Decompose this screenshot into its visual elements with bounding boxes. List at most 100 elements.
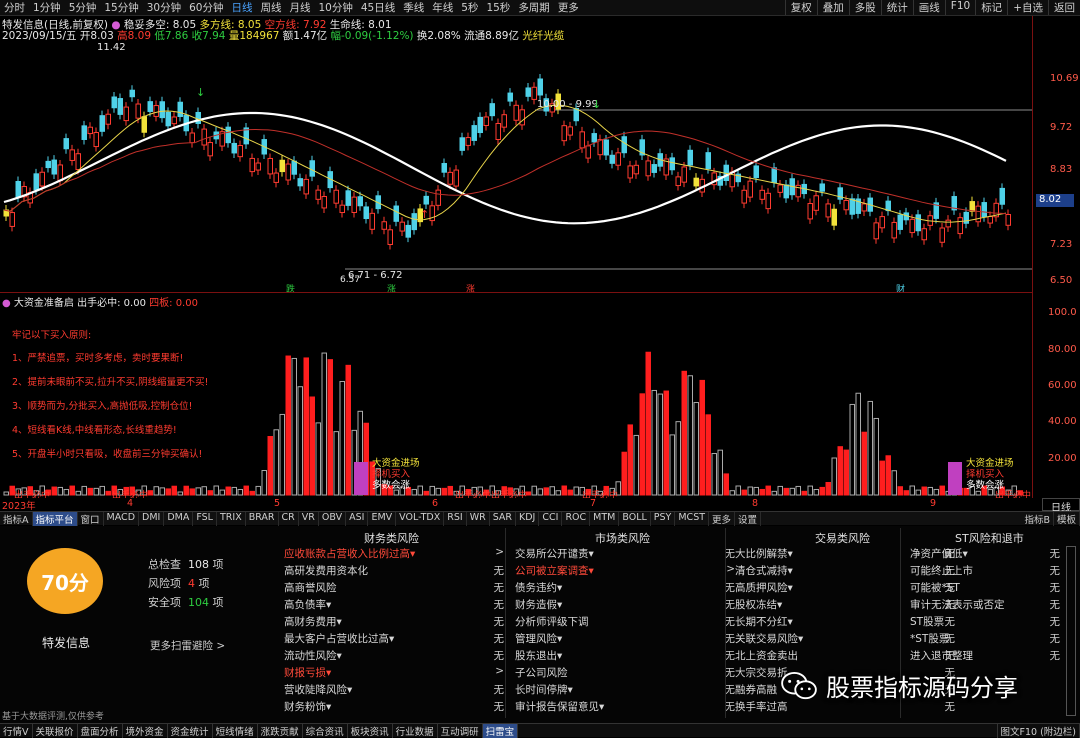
bottom-tab[interactable]: 境外资金	[123, 724, 168, 738]
timeframe-tab[interactable]: 15秒	[482, 0, 514, 15]
timeframe-tab[interactable]: 日线	[228, 0, 257, 15]
risk-row[interactable]: 分析师评级下调无	[515, 614, 735, 631]
candlestick-chart[interactable]	[0, 40, 1032, 292]
toolbar-button[interactable]: F10	[945, 0, 975, 15]
timeframe-tab[interactable]: 多周期	[514, 0, 554, 15]
toolbar-button[interactable]: 标记	[975, 0, 1007, 15]
indicator-tab[interactable]: VOL-TDX	[396, 512, 444, 526]
toolbar-button[interactable]: 复权	[785, 0, 817, 15]
risk-row[interactable]: 最大客户占营收比过高▾无	[284, 631, 504, 648]
indicator-tab[interactable]: OBV	[319, 512, 346, 526]
timeframe-tab[interactable]: 5分钟	[65, 0, 101, 15]
f10-sidebar-button[interactable]: 图文F10 (附边栏)	[997, 724, 1080, 738]
risk-row[interactable]: 净资产偏低▾无	[910, 546, 1060, 563]
timeframe-tab[interactable]: 分时	[0, 0, 29, 15]
risk-row[interactable]: 财务粉饰▾无	[284, 699, 504, 716]
indicator-tab[interactable]: WR	[467, 512, 490, 526]
bottom-tab[interactable]: 行情V	[0, 724, 33, 738]
indicator-tab[interactable]: 更多	[709, 512, 735, 526]
toolbar-button[interactable]: 多股	[849, 0, 881, 15]
indicator-tab[interactable]: KDJ	[516, 512, 539, 526]
indicator-tab[interactable]: BOLL	[619, 512, 650, 526]
indicator-tab[interactable]: DMA	[164, 512, 193, 526]
indicator-tab[interactable]: CCI	[539, 512, 562, 526]
indicator-tab[interactable]: MTM	[590, 512, 619, 526]
bottom-tab[interactable]: 短线情绪	[213, 724, 258, 738]
timeframe-tab[interactable]: 45日线	[357, 0, 399, 15]
timeframe-tab[interactable]: 10分钟	[315, 0, 357, 15]
risk-row[interactable]: 可能终止上市无	[910, 563, 1060, 580]
indicator-tab[interactable]: 指标A	[0, 512, 33, 526]
risk-row[interactable]: 高商誉风险无	[284, 580, 504, 597]
risk-row[interactable]: 管理风险▾无	[515, 631, 735, 648]
risk-row[interactable]: 应收账款占营收入比例过高▾>	[284, 546, 504, 563]
risk-row[interactable]: 财务造假▾无	[515, 597, 735, 614]
timeframe-tab[interactable]: 月线	[286, 0, 315, 15]
toolbar-button[interactable]: 叠加	[817, 0, 849, 15]
indicator-tab[interactable]: SAR	[490, 512, 516, 526]
risk-scrollbar[interactable]	[1066, 546, 1076, 716]
risk-row[interactable]: 高财务费用▾无	[284, 614, 504, 631]
indicator-tab[interactable]: BRAR	[246, 512, 279, 526]
indicator-tab[interactable]: 窗口	[78, 512, 104, 526]
risk-row[interactable]: 高研发费用资本化无	[284, 563, 504, 580]
indicator-tab[interactable]: 设置	[735, 512, 761, 526]
risk-row[interactable]: 审计无法表示或否定无	[910, 597, 1060, 614]
bottom-tab[interactable]: 行业数据	[393, 724, 438, 738]
toolbar-button[interactable]: 返回	[1048, 0, 1080, 15]
risk-row[interactable]: 交易所公开谴责▾无	[515, 546, 735, 563]
timeframe-tab[interactable]: 30分钟	[143, 0, 185, 15]
risk-row[interactable]: 公司被立案调查▾>	[515, 563, 735, 580]
indicator-tab[interactable]: VR	[299, 512, 319, 526]
risk-row[interactable]: 审计报告保留意见▾无	[515, 699, 735, 716]
indicator-tab[interactable]: MACD	[104, 512, 139, 526]
indicator-tab[interactable]: ROC	[562, 512, 590, 526]
risk-row[interactable]: 可能被*ST无	[910, 580, 1060, 597]
timeframe-tab[interactable]: 60分钟	[185, 0, 227, 15]
indicator-tab[interactable]: TRIX	[217, 512, 246, 526]
indicator-tab-right[interactable]: 指标B	[1021, 512, 1054, 526]
timeframe-tab[interactable]: 周线	[257, 0, 286, 15]
toolbar-button[interactable]: +自选	[1007, 0, 1048, 15]
indicator-tab[interactable]: EMV	[368, 512, 396, 526]
indicator-tab[interactable]: CR	[279, 512, 299, 526]
timeframe-tab[interactable]: 季线	[399, 0, 428, 15]
risk-row[interactable]: 财报亏损▾>	[284, 665, 504, 682]
risk-row[interactable]: 营收陡降风险▾无	[284, 682, 504, 699]
bottom-tab[interactable]: 资金统计	[168, 724, 213, 738]
toolbar-button[interactable]: 统计	[881, 0, 913, 15]
bottom-tab[interactable]: 扫雷宝	[483, 724, 519, 738]
period-label[interactable]: 日线	[1042, 498, 1080, 511]
risk-row[interactable]: *ST股票无	[910, 631, 1060, 648]
timeframe-tab[interactable]: 更多	[554, 0, 583, 15]
bottom-tab[interactable]: 关联报价	[33, 724, 78, 738]
risk-row[interactable]: 子公司风险无	[515, 665, 735, 682]
indicator-tab-right[interactable]: 模板	[1054, 512, 1080, 526]
risk-row[interactable]: 进入退市整理无	[910, 648, 1060, 665]
candle-body	[886, 201, 891, 210]
risk-row[interactable]: 股东退出▾无	[515, 648, 735, 665]
timeframe-tab[interactable]: 15分钟	[100, 0, 142, 15]
risk-row[interactable]: 长时间停牌▾无	[515, 682, 735, 699]
indicator-tab[interactable]: DMI	[139, 512, 164, 526]
bottom-tab[interactable]: 盘面分析	[78, 724, 123, 738]
bottom-tab[interactable]: 综合资讯	[303, 724, 348, 738]
toolbar-button[interactable]: 画线	[913, 0, 945, 15]
risk-row[interactable]: ST股票无	[910, 614, 1060, 631]
indicator-tab[interactable]: PSY	[651, 512, 676, 526]
risk-row[interactable]: 流动性风险▾无	[284, 648, 504, 665]
timeframe-tab[interactable]: 1分钟	[29, 0, 65, 15]
bottom-tab[interactable]: 互动调研	[438, 724, 483, 738]
indicator-tab[interactable]: FSL	[193, 512, 217, 526]
indicator-tab[interactable]: MCST	[675, 512, 709, 526]
bottom-tab[interactable]: 板块资讯	[348, 724, 393, 738]
timeframe-tab[interactable]: 年线	[428, 0, 457, 15]
indicator-tab[interactable]: 指标平台	[33, 512, 78, 526]
indicator-tab[interactable]: ASI	[346, 512, 368, 526]
timeframe-tab[interactable]: 5秒	[457, 0, 482, 15]
risk-row[interactable]: 高负债率▾无	[284, 597, 504, 614]
more-risk-link[interactable]: 更多扫雷避险 >	[150, 638, 225, 653]
indicator-tab[interactable]: RSI	[444, 512, 466, 526]
bottom-tab[interactable]: 涨跌贡献	[258, 724, 303, 738]
risk-row[interactable]: 债务违约▾无	[515, 580, 735, 597]
